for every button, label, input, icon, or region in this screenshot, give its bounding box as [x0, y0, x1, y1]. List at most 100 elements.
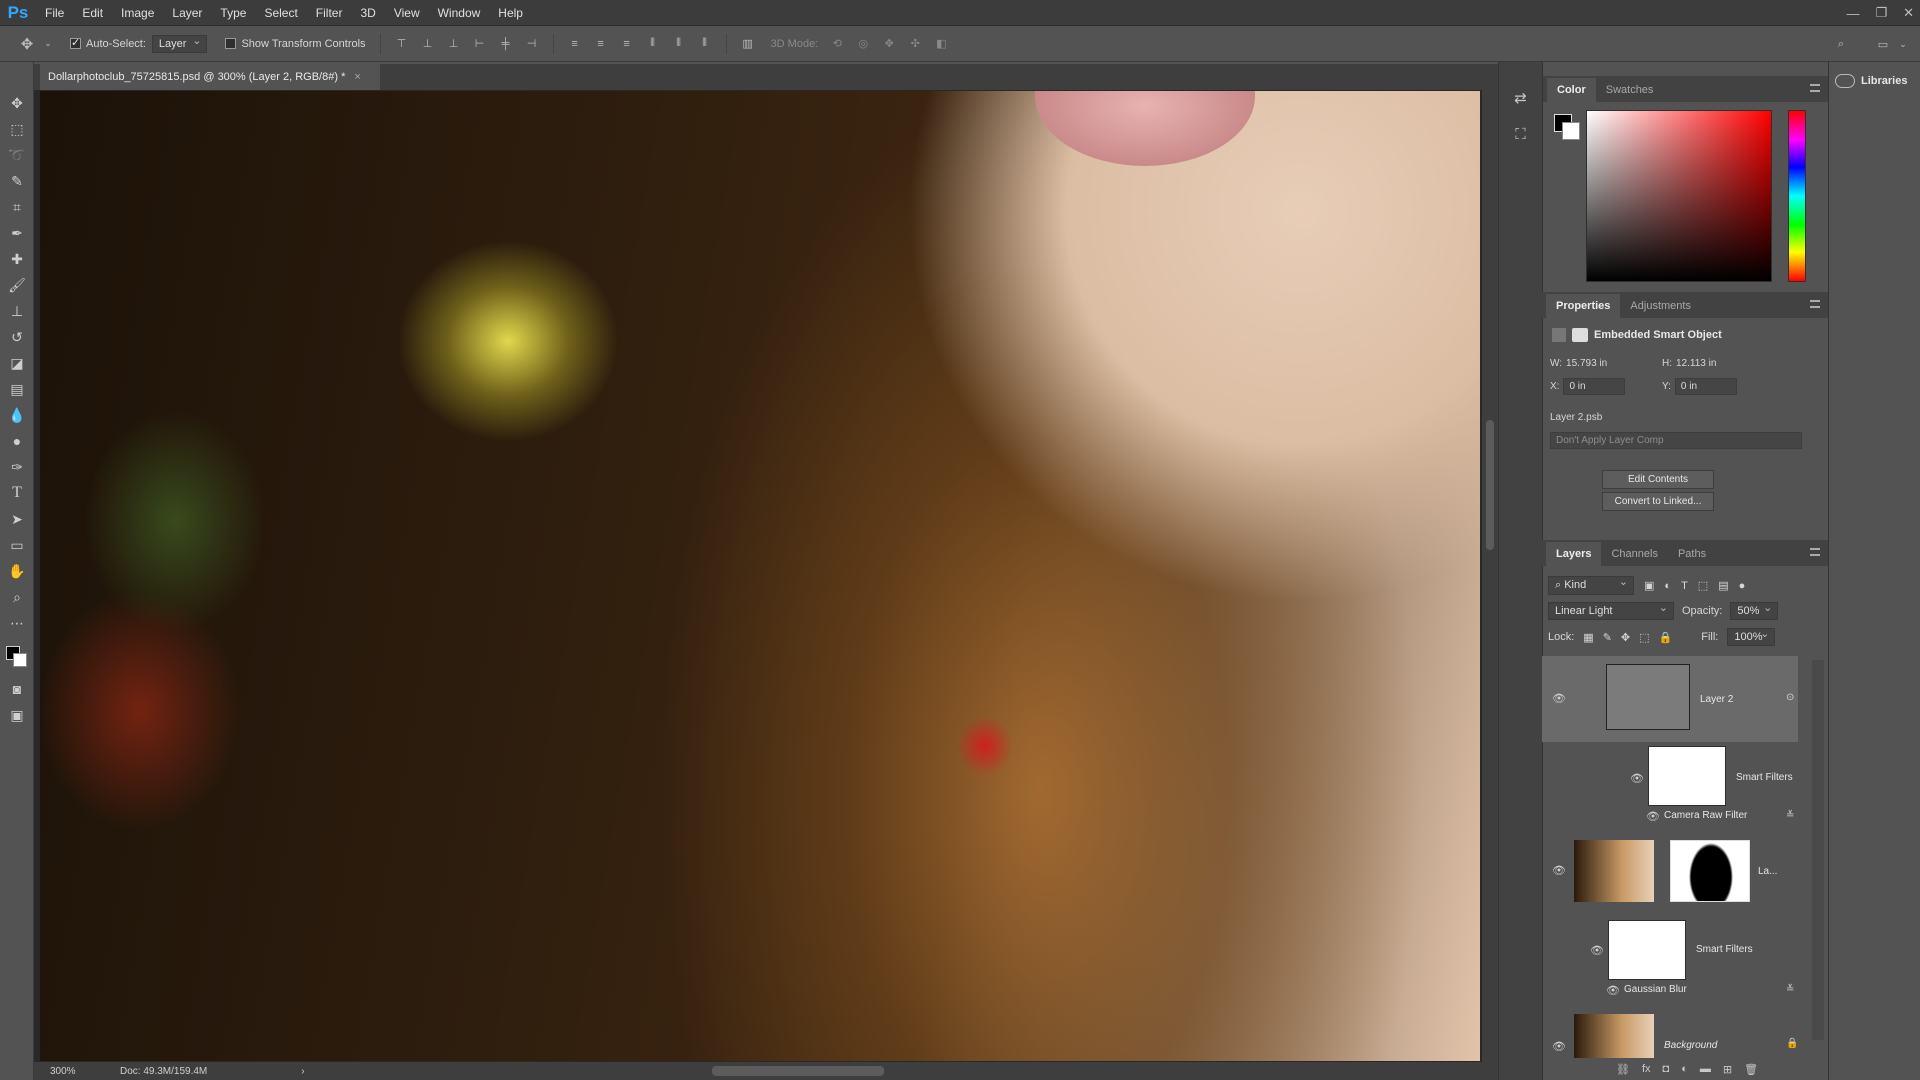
menu-view[interactable]: View: [385, 0, 429, 26]
tab-layers[interactable]: Layers: [1546, 542, 1602, 566]
menu-window[interactable]: Window: [429, 0, 490, 26]
color-swatches[interactable]: [0, 636, 33, 676]
new-layer-icon[interactable]: ⊞: [1723, 1063, 1732, 1076]
eye-icon[interactable]: 👁: [1552, 692, 1566, 705]
filter-type-icon[interactable]: T: [1681, 580, 1688, 592]
crop-tool-icon[interactable]: ⌗: [0, 194, 34, 220]
eye-icon[interactable]: 👁: [1552, 864, 1566, 877]
layer-row-background[interactable]: 👁 Background 🔒: [1542, 1010, 1798, 1060]
eye-icon[interactable]: 👁: [1590, 944, 1604, 957]
panel-menu-icon[interactable]: [1810, 300, 1820, 308]
quick-select-tool-icon[interactable]: ✎: [0, 168, 34, 194]
auto-select-toggle[interactable]: Auto-Select:: [70, 36, 152, 50]
move-tool-icon[interactable]: ✥: [0, 90, 34, 116]
clone-stamp-tool-icon[interactable]: ⊥: [0, 298, 34, 324]
chevron-right-icon[interactable]: ›: [301, 1066, 304, 1077]
add-mask-icon[interactable]: ◘: [1663, 1063, 1670, 1075]
align-bottom-icon[interactable]: ⊥: [445, 35, 463, 53]
background-color-swatch[interactable]: [13, 653, 27, 667]
auto-align-icon[interactable]: ▥: [739, 35, 757, 53]
libraries-button[interactable]: Libraries: [1835, 74, 1914, 88]
color-picker-field[interactable]: [1586, 110, 1772, 282]
eye-icon[interactable]: 👁: [1630, 772, 1644, 785]
zoom-tool-icon[interactable]: ⌕: [0, 584, 34, 610]
eye-icon[interactable]: 👁: [1552, 1040, 1566, 1053]
eye-icon[interactable]: 👁: [1606, 984, 1620, 997]
brush-settings-icon[interactable]: ⛶: [1507, 120, 1535, 148]
eye-icon[interactable]: 👁: [1646, 810, 1660, 823]
history-panel-icon[interactable]: ⇄: [1507, 84, 1535, 112]
tab-properties[interactable]: Properties: [1546, 294, 1621, 318]
horizontal-scroll-thumb[interactable]: [712, 1066, 884, 1076]
fill-input[interactable]: 100%: [1727, 627, 1776, 646]
path-selection-tool-icon[interactable]: ➤: [0, 506, 34, 532]
new-group-icon[interactable]: ▬: [1700, 1063, 1711, 1075]
menu-edit[interactable]: Edit: [73, 0, 112, 26]
layers-scrollbar[interactable]: [1812, 660, 1824, 1040]
search-icon[interactable]: ⌕: [1832, 35, 1850, 53]
history-brush-tool-icon[interactable]: ↺: [0, 324, 34, 350]
rectangle-tool-icon[interactable]: ▭: [0, 532, 34, 558]
w-value[interactable]: 15.793 in: [1566, 358, 1607, 369]
link-layers-icon[interactable]: ⛓: [1616, 1063, 1630, 1076]
3d-pan-icon[interactable]: ✥: [880, 35, 898, 53]
dodge-tool-icon[interactable]: ●: [0, 428, 34, 454]
menu-layer[interactable]: Layer: [163, 0, 211, 26]
filter-shape-icon[interactable]: ⬚: [1698, 579, 1708, 592]
y-input[interactable]: 0 in: [1674, 378, 1737, 395]
opacity-input[interactable]: 50%: [1730, 601, 1779, 620]
layer-row-layer2[interactable]: 👁 Layer 2 ⊙: [1542, 656, 1798, 742]
zoom-level[interactable]: 300%: [50, 1066, 104, 1077]
transform-controls-checkbox[interactable]: [225, 38, 237, 49]
align-vcenter-icon[interactable]: ⊥: [419, 35, 437, 53]
lock-pixels-icon[interactable]: ✎: [1603, 631, 1612, 644]
close-tab-button[interactable]: ×: [354, 71, 360, 83]
transform-controls-toggle[interactable]: Show Transform Controls: [225, 38, 371, 50]
align-right-icon[interactable]: ⊣: [523, 35, 541, 53]
filter-kind-dropdown[interactable]: ⌕ Kind: [1548, 575, 1634, 595]
marquee-tool-icon[interactable]: ⬚: [0, 116, 34, 142]
3d-slide-icon[interactable]: ✣: [906, 35, 924, 53]
filter-smart-object-icon[interactable]: ▤: [1718, 579, 1728, 592]
edit-contents-button[interactable]: Edit Contents: [1602, 470, 1714, 489]
3d-rotate-icon[interactable]: ⟲: [828, 35, 846, 53]
vertical-scrollbar[interactable]: [1482, 90, 1498, 1062]
menu-select[interactable]: Select: [255, 0, 306, 26]
hue-slider[interactable]: [1788, 110, 1806, 282]
document-tab[interactable]: Dollarphotoclub_75725815.psd @ 300% (Lay…: [40, 64, 380, 90]
lock-position-icon[interactable]: ✥: [1621, 631, 1630, 644]
layer-row-photo[interactable]: 👁 La...: [1542, 836, 1798, 908]
distribute-vcenter-icon[interactable]: ≡: [592, 35, 610, 53]
layer-row-smart-filters[interactable]: 👁 Smart Filters 👁 Camera Raw Filter ≚: [1542, 742, 1798, 828]
pen-tool-icon[interactable]: ✑: [0, 454, 34, 480]
distribute-right-icon[interactable]: ⫴: [696, 35, 714, 53]
screen-mode-icon[interactable]: ▣: [0, 702, 34, 728]
filter-adjustment-icon[interactable]: ◐: [1664, 580, 1671, 592]
lasso-tool-icon[interactable]: ➰: [0, 142, 34, 168]
3d-scale-icon[interactable]: ◧: [932, 35, 950, 53]
filter-name[interactable]: Gaussian Blur: [1624, 984, 1687, 995]
more-tools-icon[interactable]: ⋯: [0, 610, 34, 636]
adjustment-layer-icon[interactable]: ◐: [1681, 1063, 1688, 1075]
type-tool-icon[interactable]: T: [0, 480, 34, 506]
healing-brush-tool-icon[interactable]: ✚: [0, 246, 34, 272]
distribute-left-icon[interactable]: ⫴: [644, 35, 662, 53]
filter-toggle-icon[interactable]: ●: [1739, 580, 1746, 592]
vertical-scroll-thumb[interactable]: [1486, 420, 1494, 550]
blur-tool-icon[interactable]: 💧: [0, 402, 34, 428]
restore-button[interactable]: ❐: [1875, 5, 1887, 21]
brush-tool-icon[interactable]: 🖌: [0, 272, 34, 298]
align-left-icon[interactable]: ⊢: [471, 35, 489, 53]
filter-name[interactable]: Camera Raw Filter: [1664, 810, 1747, 821]
lock-all-icon[interactable]: 🔒: [1659, 631, 1673, 644]
distribute-hcenter-icon[interactable]: ⫴: [670, 35, 688, 53]
chevron-down-icon[interactable]: ⌄: [44, 35, 52, 53]
blend-mode-dropdown[interactable]: Linear Light: [1548, 601, 1674, 620]
layer-name[interactable]: Background: [1664, 1040, 1717, 1051]
3d-roll-icon[interactable]: ◎: [854, 35, 872, 53]
filter-options-icon[interactable]: ≚: [1786, 810, 1794, 821]
move-tool-icon[interactable]: ✥: [18, 35, 36, 53]
layer-comp-dropdown[interactable]: Don't Apply Layer Comp: [1550, 432, 1802, 449]
tab-swatches[interactable]: Swatches: [1596, 78, 1664, 102]
convert-to-linked-button[interactable]: Convert to Linked...: [1602, 492, 1714, 511]
